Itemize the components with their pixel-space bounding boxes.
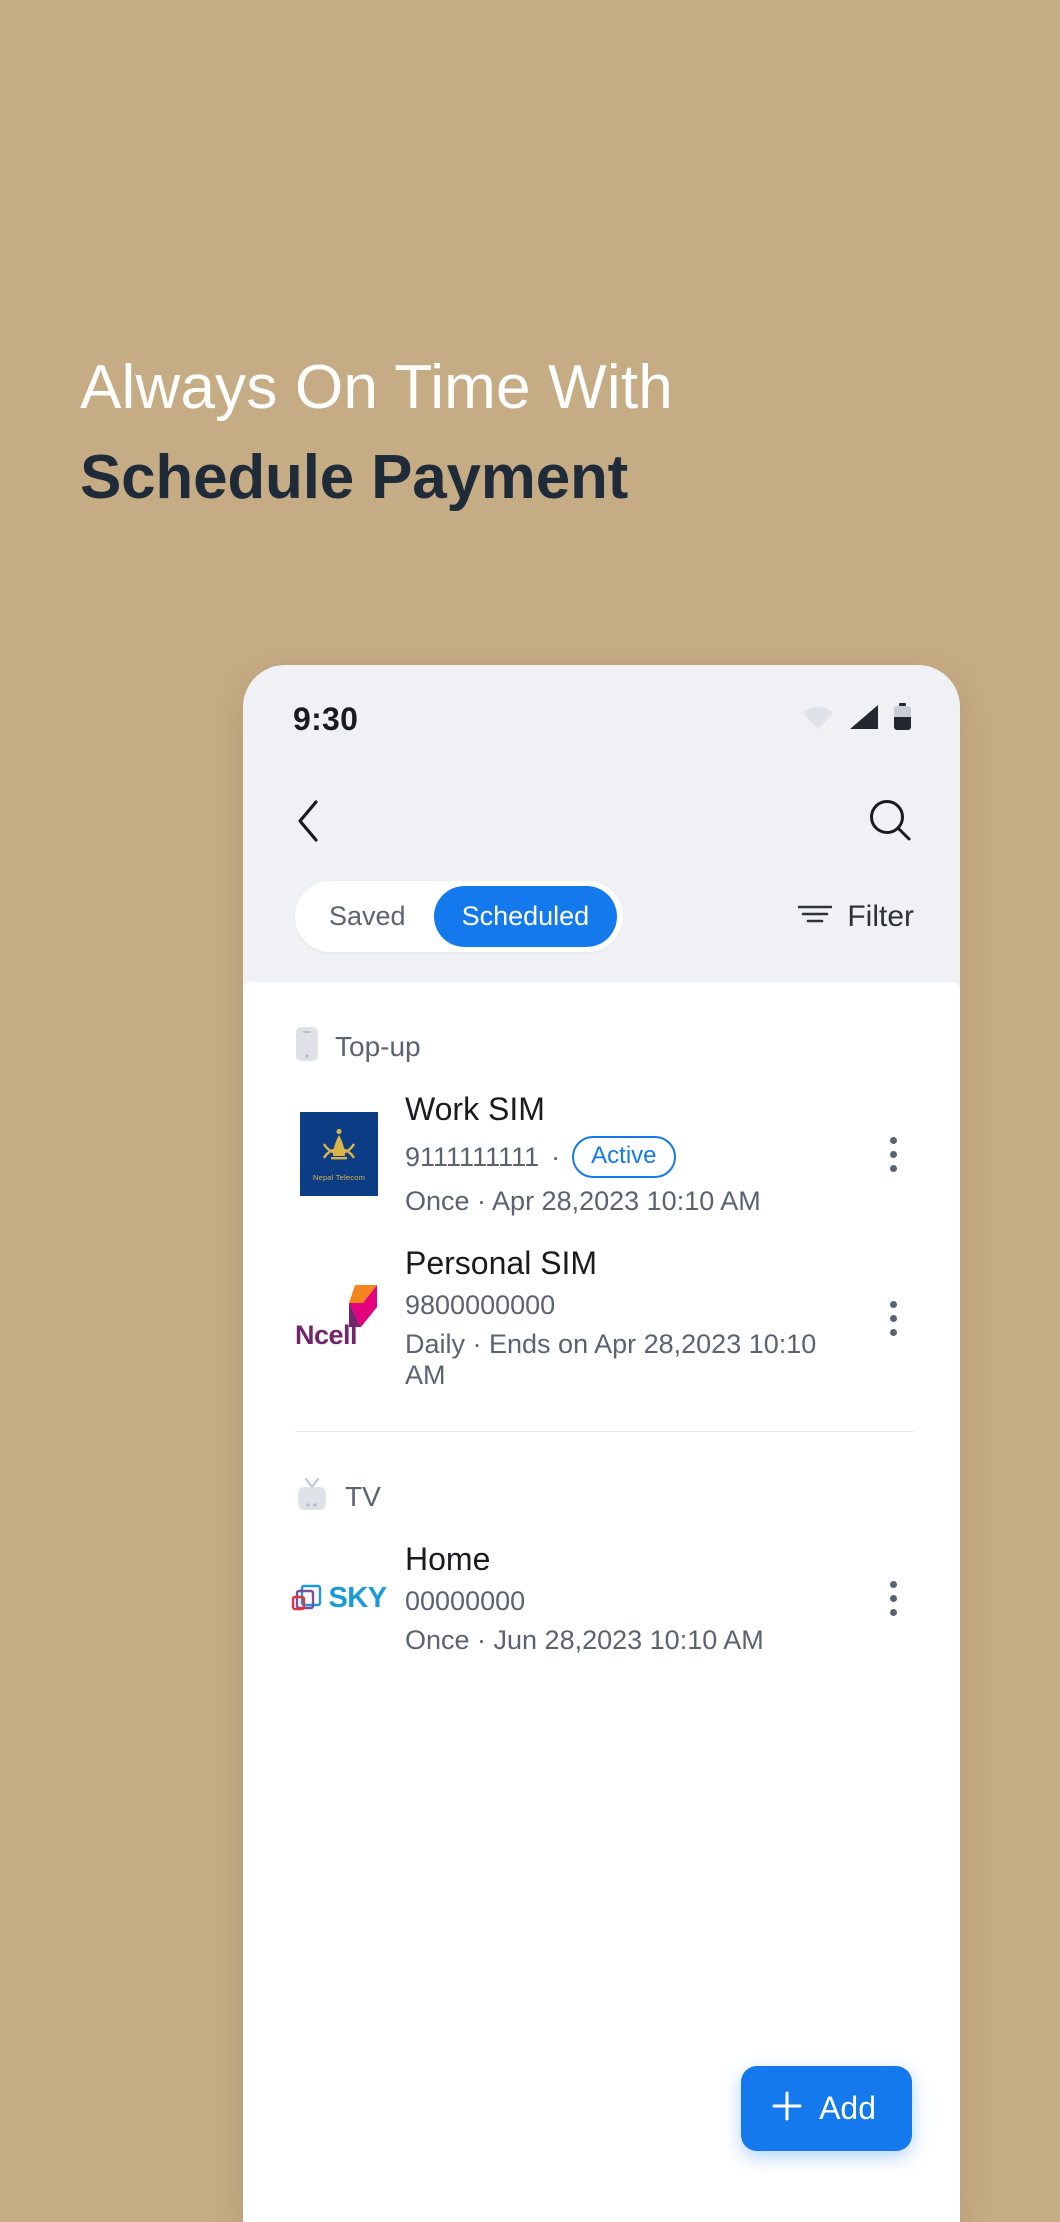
list-item-number: 9800000000 <box>405 1290 556 1320</box>
list-item-separator: · <box>551 1141 561 1172</box>
cellular-signal-icon <box>849 704 879 735</box>
segmented-tabs: Saved Scheduled <box>295 881 624 952</box>
list-item-title: Work SIM <box>405 1091 545 1127</box>
list-item-number: 00000000 <box>405 1586 526 1616</box>
list-item-schedule: Daily · Ends on Apr 28,2023 10:10 AM <box>405 1329 817 1390</box>
more-vertical-icon[interactable] <box>870 1293 916 1344</box>
ncell-logo: Ncell <box>295 1283 383 1353</box>
app-nav-bar <box>243 773 960 869</box>
list-item-subtitle: 9111111111 · Active <box>405 1136 848 1178</box>
add-button[interactable]: Add <box>741 2066 912 2151</box>
status-bar: 9:30 <box>243 665 960 773</box>
wifi-icon <box>801 704 835 735</box>
list-item-subtitle: 00000000 <box>405 1586 848 1617</box>
section-title: Top-up <box>335 1030 421 1062</box>
promo-headline-line1: Always On Time With <box>80 353 673 422</box>
sky-wordmark: SKY <box>328 1582 387 1614</box>
status-bar-icons <box>801 702 912 736</box>
nepal-telecom-emblem-icon <box>319 1126 359 1170</box>
filter-label: Filter <box>847 899 914 933</box>
search-icon[interactable] <box>866 797 914 845</box>
provider-logo: Ncell <box>295 1274 383 1362</box>
list-item[interactable]: Ncell Personal SIM 9800000000 Daily · En… <box>243 1231 960 1405</box>
battery-icon <box>893 702 912 736</box>
promo-headline: Always On Time With Schedule Payment <box>80 350 900 515</box>
television-icon <box>295 1476 329 1517</box>
list-item-subtitle: 9800000000 <box>405 1290 848 1321</box>
phone-mockup: 9:30 Saved Scheduled Filter Top-up Nepal… <box>243 665 960 2222</box>
list-item-schedule: Once · Jun 28,2023 10:10 AM <box>405 1625 764 1655</box>
more-vertical-icon[interactable] <box>870 1573 916 1624</box>
list-item[interactable]: Nepal Telecom Work SIM 9111111111 · Acti… <box>243 1077 960 1231</box>
list-item-body: Work SIM 9111111111 · Active Once · Apr … <box>405 1091 848 1217</box>
section-title: TV <box>345 1480 381 1512</box>
tab-filter-row: Saved Scheduled Filter <box>243 869 960 982</box>
nepal-telecom-wordmark: Nepal Telecom <box>312 1173 366 1182</box>
sky-logo: SKY <box>291 1582 387 1616</box>
list-item[interactable]: SKY Home 00000000 Once · Jun 28,2023 10:… <box>243 1527 960 1670</box>
nepal-telecom-logo: Nepal Telecom <box>300 1112 378 1196</box>
content-sheet: Top-up Nepal Telecom Work SIM 9111111111… <box>243 982 960 2222</box>
more-vertical-icon[interactable] <box>870 1129 916 1180</box>
section-header-top-up: Top-up <box>243 982 960 1077</box>
back-button[interactable] <box>295 799 321 843</box>
plus-icon <box>771 2090 803 2127</box>
provider-logo: Nepal Telecom <box>295 1110 383 1198</box>
list-item-body: Personal SIM 9800000000 Daily · Ends on … <box>405 1245 848 1391</box>
list-item-title: Home <box>405 1541 491 1577</box>
list-item-title: Personal SIM <box>405 1245 598 1281</box>
tab-saved[interactable]: Saved <box>301 886 434 947</box>
list-item-body: Home 00000000 Once · Jun 28,2023 10:10 A… <box>405 1541 848 1656</box>
provider-logo: SKY <box>292 1555 387 1643</box>
filter-button[interactable]: Filter <box>798 900 914 934</box>
promo-headline-line2: Schedule Payment <box>80 442 629 512</box>
status-badge: Active <box>572 1136 676 1178</box>
filter-lines-icon <box>798 903 833 930</box>
add-button-label: Add <box>819 2090 876 2126</box>
list-item-number: 9111111111 <box>405 1141 540 1172</box>
list-item-schedule: Once · Apr 28,2023 10:10 AM <box>405 1186 761 1216</box>
ncell-wordmark: Ncell <box>295 1320 358 1350</box>
mobile-phone-icon <box>295 1026 319 1067</box>
section-header-tv: TV <box>243 1432 960 1527</box>
sky-cubes-icon <box>291 1582 325 1616</box>
status-bar-time: 9:30 <box>293 700 359 737</box>
tab-scheduled[interactable]: Scheduled <box>433 886 618 947</box>
